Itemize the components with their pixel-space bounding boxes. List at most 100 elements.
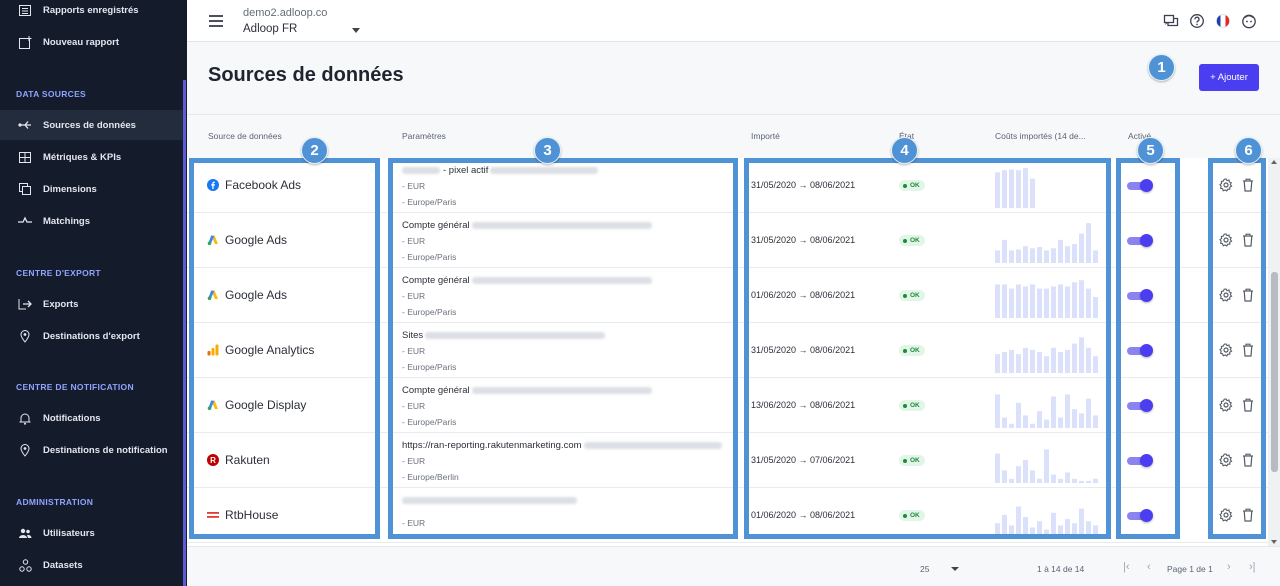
- google-ads-logo-icon: [207, 289, 219, 301]
- help-icon[interactable]: [1189, 13, 1205, 29]
- chevron-down-icon[interactable]: [352, 28, 360, 33]
- sidebar-item-datasets[interactable]: Datasets: [0, 550, 183, 580]
- previous-page-icon[interactable]: ‹: [1147, 561, 1151, 573]
- column-header-source[interactable]: Source de données: [208, 131, 282, 141]
- source-name[interactable]: Google Ads: [207, 233, 287, 247]
- source-name[interactable]: R Rakuten: [207, 453, 270, 467]
- spark-bar: [1023, 415, 1028, 428]
- status-badge: OK: [899, 455, 925, 466]
- sidebar-item-notifications[interactable]: Notifications: [0, 403, 183, 433]
- gear-icon[interactable]: [1219, 453, 1233, 467]
- table-row[interactable]: Google Analytics Sites - EUR - Europe/Paris…: [187, 323, 1268, 378]
- source-name[interactable]: Facebook Ads: [207, 178, 301, 192]
- sidebar-item-users[interactable]: Utilisateurs: [0, 518, 183, 548]
- first-page-icon[interactable]: |‹: [1123, 561, 1130, 573]
- scroll-down-icon[interactable]: [1271, 540, 1277, 544]
- spark-bar: [1093, 415, 1098, 428]
- trash-icon[interactable]: [1242, 288, 1254, 302]
- sidebar-item-dimensions[interactable]: Dimensions: [0, 174, 183, 204]
- column-header-costs[interactable]: Coûts importés (14 de...: [995, 131, 1086, 141]
- spark-bar: [1072, 343, 1077, 373]
- sidebar-item-matchings[interactable]: Matchings: [0, 206, 183, 236]
- spark-bar: [1086, 480, 1091, 483]
- gear-icon[interactable]: [1219, 398, 1233, 412]
- table-row[interactable]: RtbHouse - EUR 01/06/2020 → 08/06/2021 OK: [187, 488, 1268, 543]
- chevron-down-icon[interactable]: [951, 567, 959, 571]
- table-row[interactable]: Google Ads Compte général - EUR - Europe/Pa…: [187, 213, 1268, 268]
- bell-icon: [17, 411, 33, 425]
- trash-icon[interactable]: [1242, 233, 1254, 247]
- trash-icon[interactable]: [1242, 398, 1254, 412]
- rtbhouse-logo-icon: [207, 509, 219, 521]
- table-scrollbar[interactable]: [1268, 158, 1280, 546]
- sidebar-item-metrics[interactable]: Métriques & KPIs: [0, 142, 183, 172]
- status-dot-icon: [903, 293, 907, 298]
- status-text: OK: [910, 457, 920, 464]
- next-page-icon[interactable]: ›: [1227, 561, 1231, 573]
- add-data-source-button[interactable]: + Ajouter: [1199, 64, 1259, 91]
- active-toggle[interactable]: [1127, 454, 1153, 467]
- last-page-icon[interactable]: ›|: [1249, 561, 1256, 573]
- trash-icon[interactable]: [1242, 508, 1254, 522]
- scrollbar-thumb[interactable]: [1271, 272, 1278, 472]
- trash-icon[interactable]: [1242, 178, 1254, 192]
- gear-icon[interactable]: [1219, 178, 1233, 192]
- param-line: - Europe/Paris: [402, 362, 457, 372]
- cost-sparkline: [995, 280, 1098, 318]
- spark-bar: [1009, 349, 1014, 373]
- import-range: 01/06/2020 → 08/06/2021: [751, 510, 856, 520]
- users-icon: [17, 526, 33, 540]
- gear-icon[interactable]: [1219, 508, 1233, 522]
- table-row[interactable]: R Rakuten https://ran-reporting.rakutenmar…: [187, 433, 1268, 488]
- gear-icon[interactable]: [1219, 288, 1233, 302]
- status-dot-icon: [903, 348, 907, 353]
- annotation-badge: 1: [1148, 54, 1175, 81]
- active-toggle[interactable]: [1127, 289, 1153, 302]
- active-toggle[interactable]: [1127, 234, 1153, 247]
- table-row[interactable]: Google Ads Compte général - EUR - Europe/Pa…: [187, 268, 1268, 323]
- sidebar-accent-bar: [183, 80, 186, 586]
- active-toggle[interactable]: [1127, 509, 1153, 522]
- annotation-badge: 3: [534, 137, 561, 164]
- column-header-params[interactable]: Paramètres: [402, 131, 446, 141]
- user-avatar-icon[interactable]: [1241, 13, 1257, 29]
- french-flag-icon[interactable]: [1215, 13, 1231, 29]
- table-row[interactable]: Facebook Ads - pixel actif - EUR - Europe/P…: [187, 158, 1268, 213]
- sidebar-item-notification-destinations[interactable]: Destinations de notification: [0, 435, 183, 465]
- account-selector[interactable]: Adloop FR: [243, 23, 297, 35]
- active-toggle[interactable]: [1127, 179, 1153, 192]
- gear-icon[interactable]: [1219, 343, 1233, 357]
- column-header-imported[interactable]: Importé: [751, 131, 780, 141]
- source-name[interactable]: Google Ads: [207, 288, 287, 302]
- spark-bar: [1002, 239, 1007, 263]
- sidebar-item-data-sources[interactable]: Sources de données: [0, 110, 183, 140]
- table-row[interactable]: Google Display Compte général - EUR - Europ…: [187, 378, 1268, 433]
- toggle-knob: [1140, 509, 1153, 522]
- source-name[interactable]: RtbHouse: [207, 508, 278, 522]
- gear-icon[interactable]: [1219, 233, 1233, 247]
- spark-bar: [1002, 417, 1007, 428]
- page-size-select[interactable]: 25: [920, 564, 929, 574]
- sidebar-item-label: Matchings: [43, 215, 90, 227]
- active-toggle[interactable]: [1127, 344, 1153, 357]
- sidebar-item-new-report[interactable]: Nouveau rapport: [0, 27, 183, 57]
- spark-bar: [1058, 239, 1063, 263]
- sidebar-item-exports[interactable]: Exports: [0, 289, 183, 319]
- scroll-up-icon[interactable]: [1271, 160, 1277, 164]
- toggle-knob: [1140, 179, 1153, 192]
- active-toggle[interactable]: [1127, 399, 1153, 412]
- spark-bar: [1016, 170, 1021, 208]
- trash-icon[interactable]: [1242, 453, 1254, 467]
- source-name[interactable]: Google Display: [207, 398, 306, 412]
- spark-bar: [1086, 398, 1091, 428]
- sidebar-item-saved-reports[interactable]: Rapports enregistrés: [0, 0, 183, 25]
- chat-icon[interactable]: [1163, 13, 1179, 29]
- dimensions-icon: [17, 182, 33, 196]
- sidebar-item-export-destinations[interactable]: Destinations d'export: [0, 321, 183, 351]
- source-name[interactable]: Google Analytics: [207, 343, 314, 357]
- menu-icon[interactable]: [209, 15, 223, 27]
- trash-icon[interactable]: [1242, 343, 1254, 357]
- spark-bar: [1044, 529, 1049, 538]
- google-analytics-logo-icon: [207, 344, 219, 356]
- spark-bar: [1086, 521, 1091, 538]
